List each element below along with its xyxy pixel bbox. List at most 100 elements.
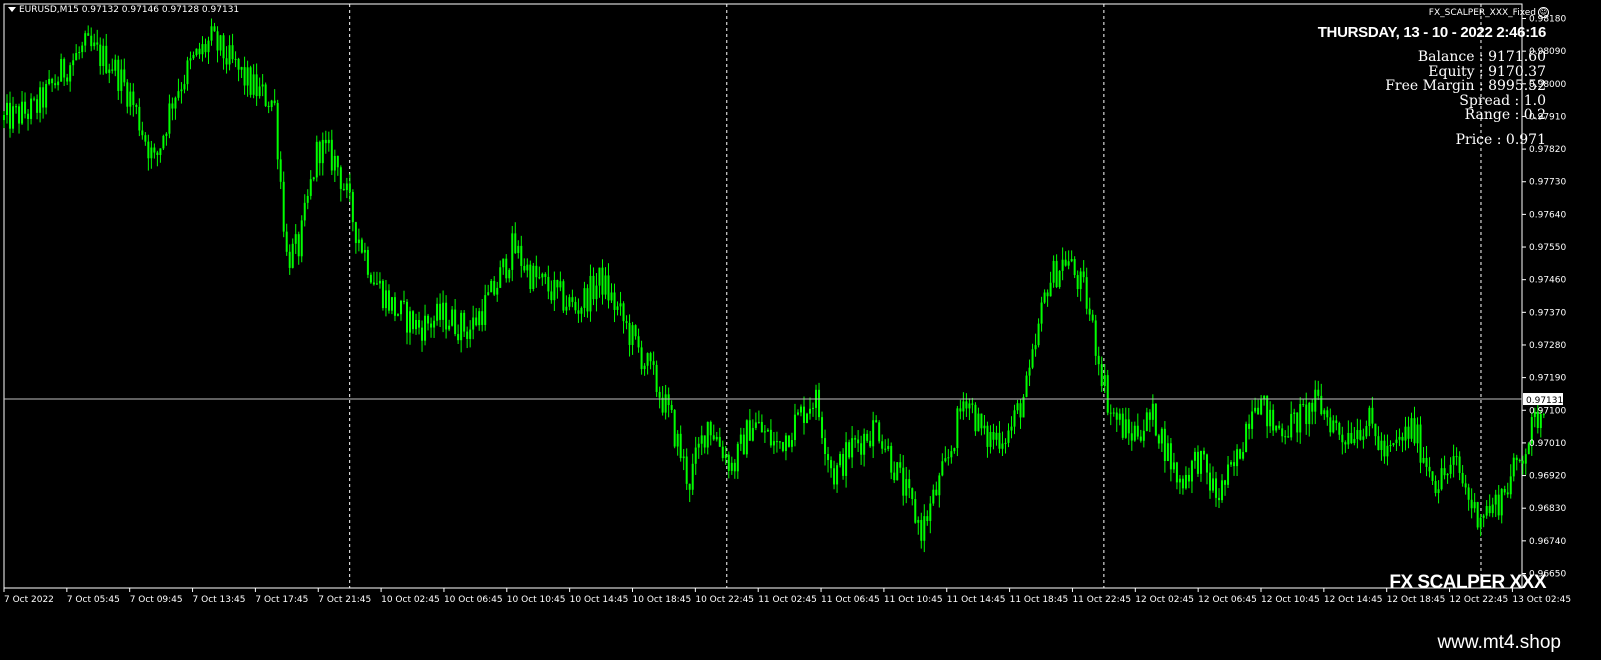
- candle-body: [1383, 440, 1386, 457]
- candle-body: [1139, 436, 1142, 441]
- candle-body: [778, 441, 781, 443]
- candle-body: [505, 258, 508, 279]
- brand-label: FX SCALPER XXX: [1389, 572, 1546, 593]
- candle-body: [568, 297, 571, 307]
- candle-body: [535, 265, 538, 278]
- candle-body: [556, 279, 559, 288]
- expert-advisor-label[interactable]: FX_SCALPER_XXX_Fixed ☺: [1429, 7, 1549, 18]
- candle-body: [433, 320, 436, 328]
- candle-body: [851, 438, 854, 458]
- candle-body: [153, 147, 156, 153]
- candle-body: [842, 453, 845, 476]
- x-tick-label: 11 Oct 14:45: [947, 595, 1006, 605]
- candle-body: [1257, 407, 1260, 415]
- candle-body: [1281, 428, 1284, 437]
- candle-body: [938, 475, 941, 496]
- candle-body: [1196, 451, 1199, 474]
- candle-body: [54, 83, 57, 86]
- candle-body: [781, 442, 784, 451]
- candle-body: [559, 281, 562, 288]
- candle-body: [487, 292, 490, 296]
- candle-body: [1245, 423, 1248, 453]
- candle-body: [643, 365, 646, 370]
- candle-body: [1082, 271, 1085, 278]
- candle-body: [709, 421, 712, 436]
- symbol-info: EURUSD,M15 0.97132 0.97146 0.97128 0.971…: [19, 5, 240, 15]
- candle-body: [1127, 419, 1130, 434]
- candle-body: [1515, 457, 1518, 461]
- candle-body: [213, 26, 216, 32]
- candle-body: [502, 258, 505, 268]
- candle-body: [511, 233, 514, 270]
- x-tick-label: 10 Oct 06:45: [444, 595, 503, 605]
- y-tick-label: 0.97190: [1529, 374, 1566, 384]
- candle-body: [869, 440, 872, 447]
- candle-body: [1389, 445, 1392, 447]
- candle-body: [1428, 466, 1431, 472]
- watermark-text: www.mt4.shop: [1437, 632, 1561, 653]
- candle-body: [926, 516, 929, 521]
- candle-body: [1452, 456, 1455, 465]
- candle-body: [1332, 420, 1335, 433]
- candle-body: [1055, 260, 1058, 288]
- x-tick-label: 10 Oct 14:45: [570, 595, 629, 605]
- candle-body: [243, 67, 246, 86]
- candle-body: [1175, 462, 1178, 483]
- candle-body: [123, 69, 126, 83]
- x-tick-label: 11 Oct 06:45: [821, 595, 880, 605]
- candle-body: [78, 52, 81, 54]
- candle-body: [255, 74, 258, 97]
- candle-body: [117, 59, 120, 91]
- candle-body: [445, 302, 448, 330]
- candle-body: [105, 45, 108, 73]
- candle-body: [953, 448, 956, 452]
- candle-body: [1377, 436, 1380, 450]
- candle-body: [430, 323, 433, 328]
- candle-body: [944, 458, 947, 462]
- candle-body: [541, 273, 544, 278]
- candle-body: [772, 441, 775, 446]
- candle-body: [378, 280, 381, 284]
- y-tick-label: 0.97280: [1529, 341, 1566, 351]
- candle-body: [1464, 483, 1467, 488]
- price-chart[interactable]: 0.97131 0.98180 0.98090 0.98000 0.97910 0.97…: [0, 0, 1601, 628]
- candle-body: [1392, 443, 1395, 446]
- candle-body: [1061, 259, 1064, 271]
- candle-body: [1470, 499, 1473, 509]
- chevron-down-icon[interactable]: [8, 7, 16, 12]
- candle-body: [1503, 489, 1506, 493]
- candle-body: [1034, 345, 1037, 350]
- candle-body: [649, 353, 652, 362]
- plot-border: [3, 3, 1523, 589]
- candle-body: [1278, 425, 1281, 429]
- candle-body: [186, 60, 189, 85]
- chart-header[interactable]: EURUSD,M15 0.97132 0.97146 0.97128 0.971…: [8, 5, 239, 15]
- candle-body: [745, 420, 748, 455]
- candle-body: [1184, 474, 1187, 489]
- candle-body: [439, 303, 442, 320]
- candle-body: [1398, 436, 1401, 440]
- candle-body: [884, 448, 887, 450]
- candle-body: [312, 177, 315, 180]
- candle-body: [421, 327, 424, 341]
- candle-body: [625, 321, 628, 323]
- candle-body: [721, 446, 724, 459]
- candle-body: [222, 35, 225, 59]
- candle-body: [484, 295, 487, 325]
- candle-body: [252, 74, 255, 95]
- candle-body: [12, 106, 15, 129]
- candle-body: [998, 432, 1001, 449]
- candle-body: [836, 465, 839, 485]
- chart-canvas[interactable]: 0.97131 0.981800.980900.980000.979100.97…: [0, 0, 1601, 628]
- candle-body: [303, 202, 306, 221]
- candle-body: [619, 303, 622, 307]
- candle-body: [496, 287, 499, 295]
- candle-body: [481, 311, 484, 325]
- candle-body: [237, 58, 240, 70]
- candle-body: [1473, 502, 1476, 509]
- candle-body: [793, 414, 796, 441]
- candle-body: [769, 429, 772, 446]
- candle-body: [1323, 410, 1326, 415]
- candle-body: [1476, 502, 1479, 528]
- candle-body: [1193, 451, 1196, 461]
